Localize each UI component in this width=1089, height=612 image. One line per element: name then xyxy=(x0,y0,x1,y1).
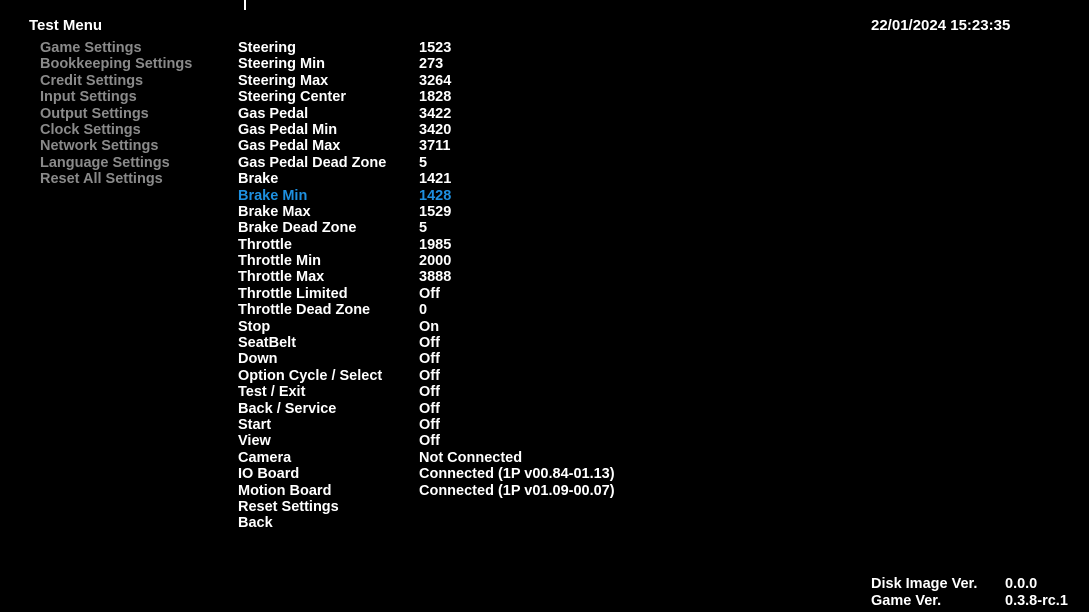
version-info: Disk Image Ver. 0.0.0 Game Ver. 0.3.8-rc… xyxy=(871,576,1089,610)
setting-label: Gas Pedal xyxy=(238,105,309,122)
setting-value: 1828 xyxy=(419,89,452,106)
setting-value: 3711 xyxy=(419,138,451,155)
setting-value: Not Connected xyxy=(419,449,523,466)
setting-value: 3422 xyxy=(419,105,452,122)
top-frame-left xyxy=(0,0,244,10)
setting-label: Throttle Dead Zone xyxy=(238,302,371,319)
game-version-row: Game Ver. 0.3.8-rc.1 xyxy=(871,593,1089,610)
disk-image-version-label: Disk Image Ver. xyxy=(871,576,978,592)
setting-label: Throttle Min xyxy=(238,253,321,270)
setting-label: Brake Max xyxy=(238,203,311,220)
setting-value: 5 xyxy=(419,220,428,237)
menu-item-game-settings[interactable]: Game Settings xyxy=(40,40,192,56)
disk-image-version-row: Disk Image Ver. 0.0.0 xyxy=(871,576,1089,593)
setting-label: Throttle Limited xyxy=(238,285,348,302)
menu-item-output-settings[interactable]: Output Settings xyxy=(40,106,192,122)
setting-value: Connected (1P v01.09-00.07) xyxy=(419,482,615,499)
setting-value: Off xyxy=(419,335,440,352)
test-menu-screen: Test Menu 22/01/2024 15:23:35 Game Setti… xyxy=(0,0,1089,612)
setting-value: 3264 xyxy=(419,72,452,89)
setting-value: Off xyxy=(419,351,440,368)
setting-value: Off xyxy=(419,416,440,433)
setting-value: 1523 xyxy=(419,40,452,56)
game-version-value: 0.3.8-rc.1 xyxy=(1005,593,1068,609)
setting-value: 1985 xyxy=(419,236,452,253)
setting-label: Option Cycle / Select xyxy=(238,367,383,384)
setting-value: 3420 xyxy=(419,121,452,138)
setting-label: SeatBelt xyxy=(238,335,297,352)
menu-item-credit-settings[interactable]: Credit Settings xyxy=(40,73,192,89)
top-frame-right xyxy=(246,0,1089,10)
setting-label: View xyxy=(238,433,271,450)
setting-label: Throttle Max xyxy=(238,269,325,286)
setting-label: Steering Center xyxy=(238,89,346,106)
setting-label: Start xyxy=(238,416,272,433)
setting-label: Brake Min xyxy=(238,187,308,204)
setting-value: 1428 xyxy=(419,187,452,204)
setting-label: Stop xyxy=(238,318,271,335)
setting-value: On xyxy=(419,318,440,335)
top-frame xyxy=(0,0,1089,10)
datetime-display: 22/01/2024 15:23:35 xyxy=(871,17,1011,34)
setting-label: Gas Pedal Max xyxy=(238,138,341,155)
test-menu-list: Game Settings Bookkeeping Settings Credi… xyxy=(40,40,192,188)
setting-label: Brake Dead Zone xyxy=(238,220,357,237)
setting-value: Connected (1P v00.84-01.13) xyxy=(419,466,615,483)
setting-value: 3888 xyxy=(419,269,452,286)
setting-label: Throttle xyxy=(238,236,292,253)
setting-label: IO Board xyxy=(238,466,300,483)
page-title: Test Menu xyxy=(29,17,103,34)
setting-label: Back xyxy=(238,515,273,532)
setting-value: 5 xyxy=(419,154,428,171)
setting-value: 2000 xyxy=(419,253,452,270)
setting-label: Brake xyxy=(238,171,279,188)
setting-label: Camera xyxy=(238,449,292,466)
setting-label: Down xyxy=(238,351,278,368)
menu-item-reset-all-settings[interactable]: Reset All Settings xyxy=(40,171,192,187)
menu-item-bookkeeping-settings[interactable]: Bookkeeping Settings xyxy=(40,56,192,72)
setting-label: Steering Min xyxy=(238,56,326,73)
menu-item-clock-settings[interactable]: Clock Settings xyxy=(40,122,192,138)
setting-label: Test / Exit xyxy=(238,384,306,401)
disk-image-version-value: 0.0.0 xyxy=(1005,576,1038,592)
setting-value: Off xyxy=(419,367,440,384)
setting-value: Off xyxy=(419,433,440,450)
setting-value: Off xyxy=(419,285,440,302)
setting-value: 273 xyxy=(419,56,444,73)
setting-label: Steering Max xyxy=(238,72,329,89)
setting-value: Off xyxy=(419,400,440,417)
setting-label: Steering xyxy=(238,40,297,56)
setting-label: Reset Settings xyxy=(238,498,339,515)
setting-value: 1421 xyxy=(419,171,452,188)
setting-value: 1529 xyxy=(419,203,452,220)
setting-label: Back / Service xyxy=(238,400,337,417)
setting-label: Motion Board xyxy=(238,482,332,499)
setting-label: Gas Pedal Dead Zone xyxy=(238,154,387,171)
setting-value: 0 xyxy=(419,302,428,319)
game-version-label: Game Ver. xyxy=(871,593,942,609)
setting-label: Gas Pedal Min xyxy=(238,121,338,138)
menu-item-language-settings[interactable]: Language Settings xyxy=(40,155,192,171)
menu-item-network-settings[interactable]: Network Settings xyxy=(40,138,192,154)
menu-item-input-settings[interactable]: Input Settings xyxy=(40,89,192,105)
setting-value: Off xyxy=(419,384,440,401)
